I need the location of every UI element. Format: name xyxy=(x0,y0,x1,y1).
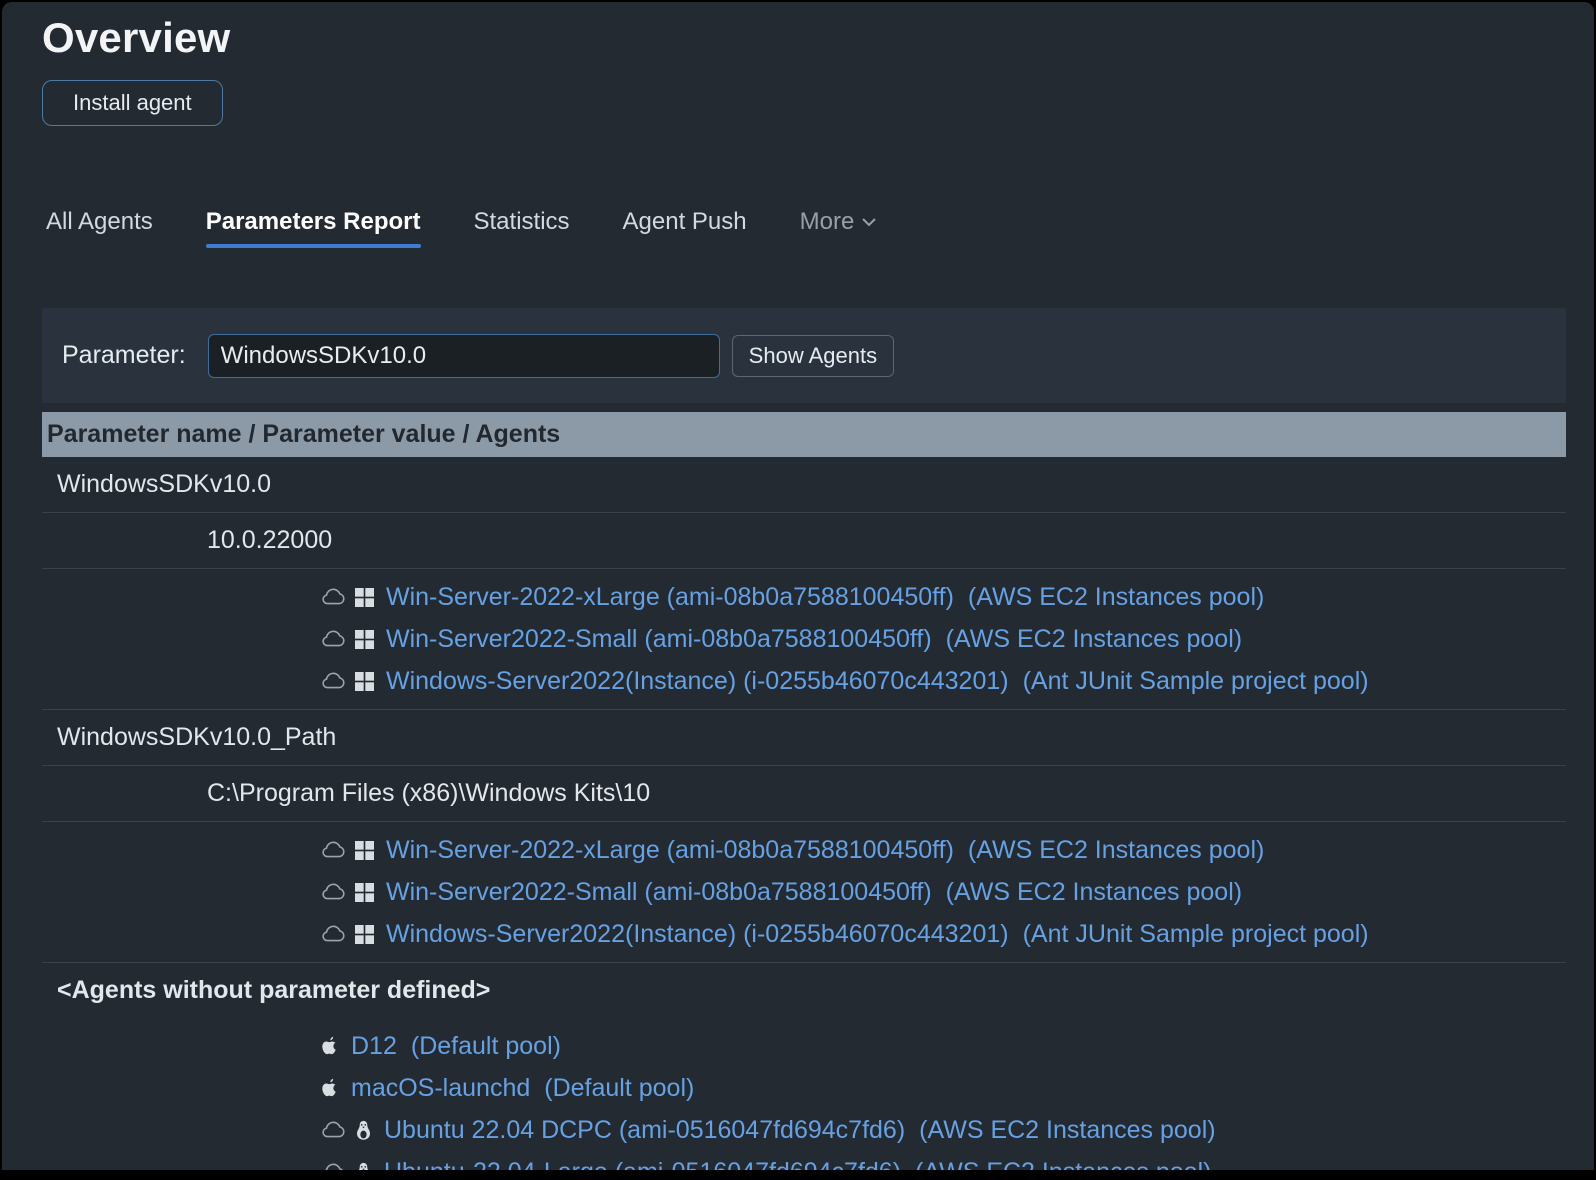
agent-row: macOS-launchd (Default pool) xyxy=(320,1067,1566,1109)
pool-link[interactable]: (Ant JUnit Sample project pool) xyxy=(1023,920,1369,949)
tab-all-agents[interactable]: All Agents xyxy=(46,208,153,236)
agents-group: Win-Server-2022-xLarge (ami-08b0a7588100… xyxy=(42,822,1566,963)
pool-link[interactable]: (Ant JUnit Sample project pool) xyxy=(1023,667,1369,696)
apple-icon xyxy=(320,1035,339,1057)
parameter-filter-panel: Parameter: Show Agents xyxy=(42,308,1566,403)
tab-more[interactable]: More xyxy=(800,208,877,236)
pool-link[interactable]: (AWS EC2 Instances pool) xyxy=(919,1116,1215,1145)
agent-row: Win-Server-2022-xLarge (ami-08b0a7588100… xyxy=(320,576,1566,618)
agent-row: Ubuntu 22.04 DCPC (ami-0516047fd694c7fd6… xyxy=(320,1109,1566,1151)
agent-link[interactable]: macOS-launchd xyxy=(351,1074,530,1103)
tab-statistics[interactable]: Statistics xyxy=(474,208,570,236)
agent-icons xyxy=(320,629,374,649)
agent-row: Win-Server2022-Small (ami-08b0a758810045… xyxy=(320,871,1566,913)
agent-icons xyxy=(320,1120,372,1141)
linux-icon xyxy=(355,1162,372,1170)
table-header: Parameter name / Parameter value / Agent… xyxy=(42,412,1566,457)
cloud-icon xyxy=(320,841,346,859)
parameter-value-row: C:\Program Files (x86)\Windows Kits\10 xyxy=(42,766,1566,822)
show-agents-button[interactable]: Show Agents xyxy=(731,334,895,377)
agent-icons xyxy=(320,587,374,607)
cloud-icon xyxy=(320,588,346,606)
agent-link[interactable]: Win-Server2022-Small (ami-08b0a758810045… xyxy=(386,878,932,907)
agent-link[interactable]: Win-Server-2022-xLarge (ami-08b0a7588100… xyxy=(386,836,954,865)
windows-icon xyxy=(355,924,374,944)
agent-link[interactable]: Windows-Server2022(Instance) (i-0255b460… xyxy=(386,920,1009,949)
agent-link[interactable]: Win-Server2022-Small (ami-08b0a758810045… xyxy=(386,625,932,654)
cloud-icon xyxy=(320,672,346,690)
windows-icon xyxy=(355,882,374,902)
tabs-bar: All Agents Parameters Report Statistics … xyxy=(46,208,1594,248)
pool-link[interactable]: (AWS EC2 Instances pool) xyxy=(968,583,1264,612)
chevron-down-icon xyxy=(862,217,877,227)
cloud-icon xyxy=(320,1163,346,1170)
install-agent-button[interactable]: Install agent xyxy=(42,80,223,126)
section-row: <Agents without parameter defined> xyxy=(57,976,491,1004)
agents-overview-page: Overview Install agent All Agents Parame… xyxy=(2,2,1594,1170)
agent-link[interactable]: Ubuntu 22.04 DCPC (ami-0516047fd694c7fd6… xyxy=(384,1116,905,1145)
parameter-label: Parameter: xyxy=(62,341,186,369)
cloud-icon xyxy=(320,1121,346,1139)
agent-row: Win-Server2022-Small (ami-08b0a758810045… xyxy=(320,618,1566,660)
pool-link[interactable]: (Default pool) xyxy=(544,1074,694,1103)
cloud-icon xyxy=(320,925,346,943)
agent-row: Win-Server-2022-xLarge (ami-08b0a7588100… xyxy=(320,829,1566,871)
agent-row: Windows-Server2022(Instance) (i-0255b460… xyxy=(320,660,1566,702)
agent-link[interactable]: Win-Server-2022-xLarge (ami-08b0a7588100… xyxy=(386,583,954,612)
parameter-name-row: WindowsSDKv10.0 xyxy=(42,457,1566,513)
agent-row: Windows-Server2022(Instance) (i-0255b460… xyxy=(320,913,1566,955)
parameter-name-row: WindowsSDKv10.0_Path xyxy=(42,710,1566,766)
cloud-icon xyxy=(320,630,346,648)
windows-icon xyxy=(355,629,374,649)
agent-icons xyxy=(320,671,374,691)
agent-row: Ubuntu-22.04-Large (ami-0516047fd694c7fd… xyxy=(320,1151,1566,1170)
pool-link[interactable]: (AWS EC2 Instances pool) xyxy=(915,1158,1211,1171)
page-title: Overview xyxy=(42,14,231,61)
windows-icon xyxy=(355,840,374,860)
windows-icon xyxy=(355,671,374,691)
agent-icons xyxy=(320,1162,372,1170)
tab-parameters-report[interactable]: Parameters Report xyxy=(205,208,421,248)
agent-row: D12 (Default pool) xyxy=(320,1025,1566,1067)
agent-icons xyxy=(320,1077,339,1099)
parameters-table-body: WindowsSDKv10.0 10.0.22000 Win-Server-2022… xyxy=(42,457,1566,1170)
linux-icon xyxy=(355,1120,372,1141)
agent-icons xyxy=(320,1035,339,1057)
agent-link[interactable]: Windows-Server2022(Instance) (i-0255b460… xyxy=(386,667,1009,696)
cloud-icon xyxy=(320,883,346,901)
agent-icons xyxy=(320,882,374,902)
agent-icons xyxy=(320,840,374,860)
tab-agent-push[interactable]: Agent Push xyxy=(623,208,747,236)
agent-link[interactable]: D12 xyxy=(351,1032,397,1061)
agents-group: D12 (Default pool) macOS-launchd (Default p… xyxy=(42,1018,1566,1170)
pool-link[interactable]: (Default pool) xyxy=(411,1032,561,1061)
tab-more-label: More xyxy=(799,208,855,235)
agent-link[interactable]: Ubuntu-22.04-Large (ami-0516047fd694c7fd… xyxy=(384,1158,901,1171)
apple-icon xyxy=(320,1077,339,1099)
agents-group: Win-Server-2022-xLarge (ami-08b0a7588100… xyxy=(42,569,1566,710)
pool-link[interactable]: (AWS EC2 Instances pool) xyxy=(946,878,1242,907)
windows-icon xyxy=(355,587,374,607)
pool-link[interactable]: (AWS EC2 Instances pool) xyxy=(946,625,1242,654)
agent-icons xyxy=(320,924,374,944)
agents-overview-screen: Overview Install agent All Agents Parame… xyxy=(0,0,1596,1180)
pool-link[interactable]: (AWS EC2 Instances pool) xyxy=(968,836,1264,865)
parameter-input[interactable] xyxy=(207,333,720,378)
parameter-value-row: 10.0.22000 xyxy=(42,513,1566,569)
